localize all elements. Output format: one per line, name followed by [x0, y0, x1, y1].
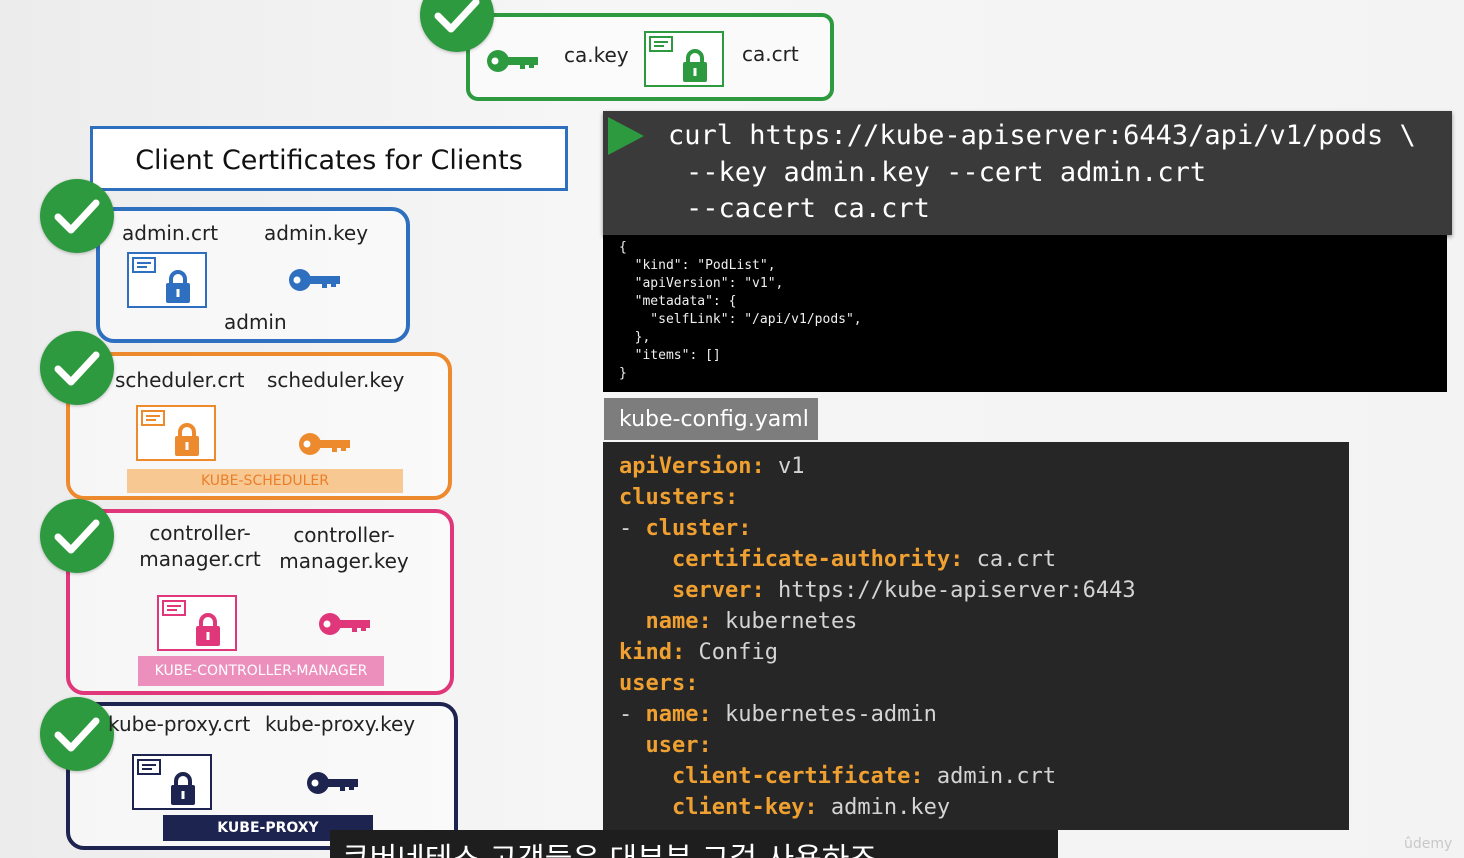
kube-proxy-key-icon: [307, 772, 358, 794]
kubeconfig-tab-label: kube-config.yaml: [619, 407, 809, 432]
admin-name-label: admin: [224, 310, 287, 334]
yaml-key: name:: [645, 609, 712, 634]
kube-proxy-check-icon: [40, 697, 114, 771]
ca-key-icon: [487, 50, 538, 72]
ca-check-icon: [420, 0, 494, 52]
ca-crt-label: ca.crt: [742, 42, 799, 66]
controller-manager-strip: KUBE-CONTROLLER-MANAGER: [138, 656, 384, 686]
yaml-line: apiVersion: v1: [619, 451, 1349, 482]
scheduler-crt-label: scheduler.crt: [115, 368, 245, 392]
yaml-indent: [619, 733, 646, 758]
scheduler-cert-icon: [136, 405, 216, 461]
yaml-line: server: https://kube-apiserver:6443: [619, 575, 1349, 606]
yaml-key: certificate-authority:: [671, 547, 964, 572]
yaml-value: Config: [685, 640, 778, 665]
kube-proxy-cert-icon: [132, 754, 212, 810]
kubeconfig-tab: kube-config.yaml: [604, 398, 818, 440]
yaml-line: - name: kubernetes-admin: [619, 699, 1349, 730]
yaml-indent: [619, 547, 672, 572]
yaml-value: admin.crt: [923, 764, 1057, 789]
udemy-watermark: ûdemy: [1404, 836, 1453, 852]
ca-cert-icon: [644, 31, 724, 87]
curl-line-1: curl https://kube-apiserver:6443/api/v1/…: [668, 120, 1416, 151]
yaml-key: apiVersion:: [619, 454, 765, 479]
yaml-line: client-key: admin.key: [619, 792, 1349, 823]
yaml-key: name:: [645, 702, 712, 727]
admin-crt-label: admin.crt: [122, 221, 219, 245]
yaml-key: server:: [671, 578, 765, 603]
yaml-indent: -: [619, 702, 646, 727]
ca-key-label: ca.key: [564, 43, 629, 67]
scheduler-check-icon: [40, 331, 114, 405]
controller-manager-key-icon: [319, 613, 370, 635]
yaml-line: certificate-authority: ca.crt: [619, 544, 1349, 575]
yaml-key: client-key:: [671, 795, 818, 820]
kube-proxy-key-label: kube-proxy.key: [265, 712, 416, 736]
yaml-indent: [619, 578, 672, 603]
yaml-value: ca.crt: [963, 547, 1057, 572]
yaml-line: users:: [619, 668, 1349, 699]
yaml-indent: [619, 609, 646, 634]
yaml-line: kind: Config: [619, 637, 1349, 668]
scheduler-strip: KUBE-SCHEDULER: [127, 469, 403, 493]
title-box: Client Certificates for Clients: [90, 126, 568, 191]
curl-line-2: --key admin.key --cert admin.crt: [686, 157, 1207, 188]
yaml-value: kubernetes: [711, 609, 858, 634]
scheduler-key-icon: [299, 433, 350, 455]
yaml-key: kind:: [619, 640, 686, 665]
admin-key-label: admin.key: [264, 221, 369, 245]
controller-manager-crt-label: controller- manager.crt: [139, 521, 261, 571]
curl-line-3: --cacert ca.crt: [686, 193, 930, 224]
subtitle-text: 쿠버네테스 고객들은 대부분 그걸 사용하죠: [342, 834, 877, 858]
subtitle-bar: 쿠버네테스 고객들은 대부분 그걸 사용하죠: [330, 830, 1058, 858]
yaml-indent: -: [619, 516, 646, 541]
yaml-line: user:: [619, 730, 1349, 761]
yaml-indent: [619, 764, 672, 789]
controller-manager-check-icon: [40, 499, 114, 573]
kubeconfig-yaml: apiVersion: v1 clusters: - cluster: certif…: [603, 442, 1349, 830]
yaml-key: cluster:: [645, 516, 752, 541]
kube-proxy-crt-label: kube-proxy.crt: [108, 712, 251, 736]
page-title: Client Certificates for Clients: [135, 145, 523, 176]
yaml-value: kubernetes-admin: [711, 702, 937, 727]
controller-manager-key-label: controller- manager.key: [279, 523, 409, 573]
yaml-value: https://kube-apiserver:6443: [764, 578, 1136, 603]
yaml-value: admin.key: [817, 795, 951, 820]
yaml-key: client-certificate:: [671, 764, 924, 789]
yaml-key: users:: [619, 671, 699, 696]
yaml-value: v1: [764, 454, 805, 479]
admin-key-icon: [289, 269, 340, 291]
yaml-line: client-certificate: admin.crt: [619, 761, 1349, 792]
api-response: { "kind": "PodList", "apiVersion": "v1",…: [603, 235, 1447, 392]
scheduler-key-label: scheduler.key: [267, 368, 405, 392]
admin-cert-icon: [127, 252, 207, 308]
controller-manager-cert-icon: [157, 595, 237, 651]
yaml-line: clusters:: [619, 482, 1349, 513]
yaml-line: - cluster:: [619, 513, 1349, 544]
play-icon: [608, 117, 644, 155]
yaml-line: name: kubernetes: [619, 606, 1349, 637]
yaml-indent: [619, 795, 672, 820]
admin-check-icon: [40, 179, 114, 253]
yaml-key: user:: [645, 733, 712, 758]
yaml-key: clusters:: [619, 485, 739, 510]
